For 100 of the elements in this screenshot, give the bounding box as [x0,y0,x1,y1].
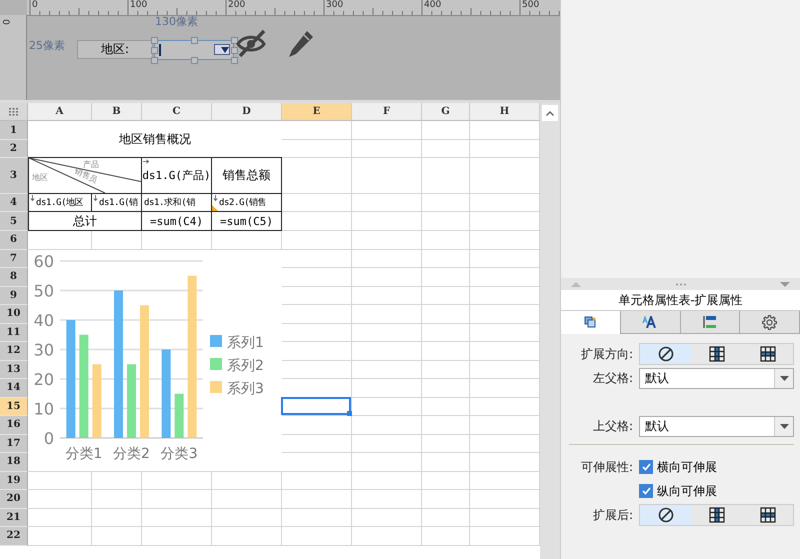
ruler-label: 0 [0,19,10,25]
row-header[interactable]: 12 [0,342,28,360]
expand-down-icon [93,195,98,201]
header-cell-text: ds1.G(产品) [142,168,211,183]
checkbox[interactable] [639,484,653,498]
y-tick-label: 50 [34,281,54,300]
corner-marker-icon [212,205,218,211]
resize-handle[interactable] [191,37,198,44]
row-header[interactable]: 14 [0,379,28,398]
row-header[interactable]: 15 [0,398,28,416]
row-header[interactable]: 18 [0,453,28,472]
after-expand-option[interactable] [742,505,793,525]
column-header[interactable]: H [470,103,540,121]
row-header[interactable]: 21 [0,508,28,527]
data-cell-text: ds1.求和(销 [144,196,195,209]
row-header[interactable]: 7 [0,250,28,268]
expand-down-icon [213,195,218,201]
label-widget[interactable]: 地区: [77,40,153,59]
panel-splitter[interactable] [561,278,800,290]
no-expand-icon [658,507,674,523]
property-tab[interactable] [740,311,800,333]
after-expand-toggle[interactable] [639,504,794,526]
after-expand-option[interactable] [691,505,742,525]
field-label: 扩展后: [592,506,634,524]
row-header[interactable]: 6 [0,231,28,250]
column-header[interactable]: F [352,103,422,121]
column-header[interactable]: E [282,103,352,121]
ruler-label: 200 [228,0,246,10]
row-header[interactable]: 11 [0,324,28,342]
column-header[interactable]: G [422,103,470,121]
row-header[interactable]: 3 [0,158,28,194]
property-tab[interactable] [680,311,740,333]
row-header[interactable]: 20 [0,490,28,508]
report-title: 地区销售概况 [119,130,191,148]
fill-handle[interactable] [347,411,352,416]
vertical-scrollbar[interactable] [540,103,560,559]
horizontal-expand-icon [760,507,776,523]
row-header[interactable]: 13 [0,360,28,379]
property-tab[interactable] [620,311,680,333]
y-tick-label: 30 [34,340,54,359]
resize-handle[interactable] [191,57,198,64]
column-header[interactable]: A [28,103,92,121]
pencil-icon[interactable] [287,29,315,59]
height-hint: 25像素 [29,38,65,53]
collapse-up-icon[interactable] [571,282,581,286]
data-cell-text: ds1.G(销 [99,196,138,209]
legend-label: 系列1 [227,334,264,350]
field-label: 上父格: [592,418,634,434]
checkbox[interactable] [639,460,653,474]
column-header[interactable]: B [92,103,142,121]
stretch-checkbox[interactable]: 纵向可伸展 [639,482,717,500]
category-label: 分类3 [160,446,198,462]
row-header[interactable]: 8 [0,268,28,286]
panel-title: 单元格属性表-扩展属性 [561,290,800,311]
collapse-down-icon[interactable] [780,282,790,286]
settings-icon [762,314,778,330]
total-cell-text: =sum(C5) [220,214,273,228]
expand-down-icon [30,195,35,201]
dropdown-icon[interactable] [214,44,230,55]
row-header[interactable]: 4 [0,194,28,212]
scroll-up-icon[interactable] [542,105,558,121]
hidden-eye-icon[interactable] [236,29,268,57]
vertical-expand-icon [708,507,724,523]
font-style-icon [642,316,658,328]
row-header[interactable]: 9 [0,286,28,305]
row-header[interactable]: 2 [0,140,28,158]
left-parent-select[interactable]: 默认 [639,368,794,388]
category-label: 分类2 [113,446,150,462]
field-label: 左父格: [592,370,634,386]
grid-dots-icon [8,108,18,116]
header-cell-text: 销售总额 [222,167,270,184]
select-all-corner[interactable] [0,103,28,121]
expand-right-icon [143,159,149,164]
column-header[interactable]: D [212,103,282,121]
ruler-label: 300 [326,0,344,10]
expand-direction-toggle[interactable] [639,343,794,365]
ruler-label: 0 [32,0,38,10]
property-tab[interactable] [561,311,621,334]
row-header[interactable]: 17 [0,434,28,453]
row-header[interactable]: 16 [0,416,28,434]
category-label: 分类1 [65,446,102,462]
data-cell-text: ds2.G(销售 [219,196,266,209]
column-header[interactable]: C [142,103,212,121]
checkmark-icon [642,487,650,495]
expand-direction-option[interactable] [640,344,691,364]
row-header[interactable]: 10 [0,305,28,324]
checkmark-icon [642,463,650,471]
y-tick-label: 60 [34,252,54,270]
after-expand-option[interactable] [640,505,691,525]
top-parent-select[interactable]: 默认 [639,416,794,436]
text-cursor [159,44,161,56]
diagonal-label: 产品 [83,159,99,169]
horizontal-expand-icon [760,346,776,362]
stretch-checkbox[interactable]: 横向可伸展 [639,458,717,476]
expand-direction-option[interactable] [742,344,793,364]
expand-direction-option[interactable] [691,344,742,364]
row-header[interactable]: 22 [0,527,28,546]
row-header[interactable]: 19 [0,472,28,490]
row-header[interactable]: 5 [0,212,28,231]
row-header[interactable]: 1 [0,121,28,140]
